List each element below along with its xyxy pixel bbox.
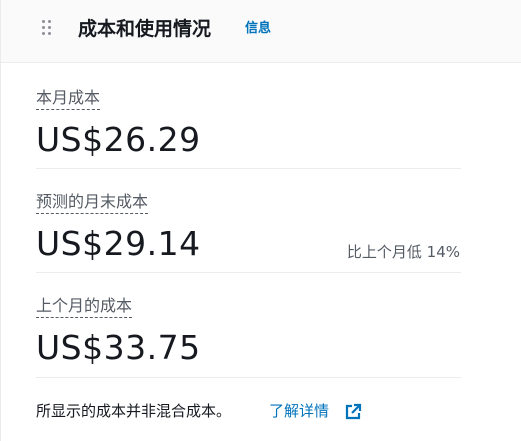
external-link-icon[interactable] xyxy=(344,403,362,421)
widget-header: 成本和使用情况 信息 xyxy=(1,0,521,63)
current-month-cost-value: US$26.29 xyxy=(36,120,201,159)
learn-more-link[interactable]: 了解详情 xyxy=(269,400,329,422)
last-month-cost-label[interactable]: 上个月的成本 xyxy=(36,295,133,318)
divider xyxy=(36,272,461,273)
current-month-cost-label[interactable]: 本月成本 xyxy=(36,87,101,110)
divider xyxy=(36,168,461,169)
divider xyxy=(36,377,461,378)
drag-handle-icon[interactable] xyxy=(42,20,52,38)
forecast-cost-value: US$29.14 xyxy=(36,224,201,263)
last-month-cost-value: US$33.75 xyxy=(36,328,201,367)
forecast-cost-label[interactable]: 预测的月末成本 xyxy=(36,191,149,214)
blended-cost-note: 所显示的成本并非混合成本。 xyxy=(36,402,232,420)
cost-usage-widget: 成本和使用情况 信息 本月成本 US$26.29 预测的月末成本 US$29.1… xyxy=(0,0,521,441)
forecast-comparison-text: 比上个月低 14% xyxy=(346,243,460,261)
info-link[interactable]: 信息 xyxy=(245,19,271,39)
widget-title: 成本和使用情况 xyxy=(78,18,212,40)
